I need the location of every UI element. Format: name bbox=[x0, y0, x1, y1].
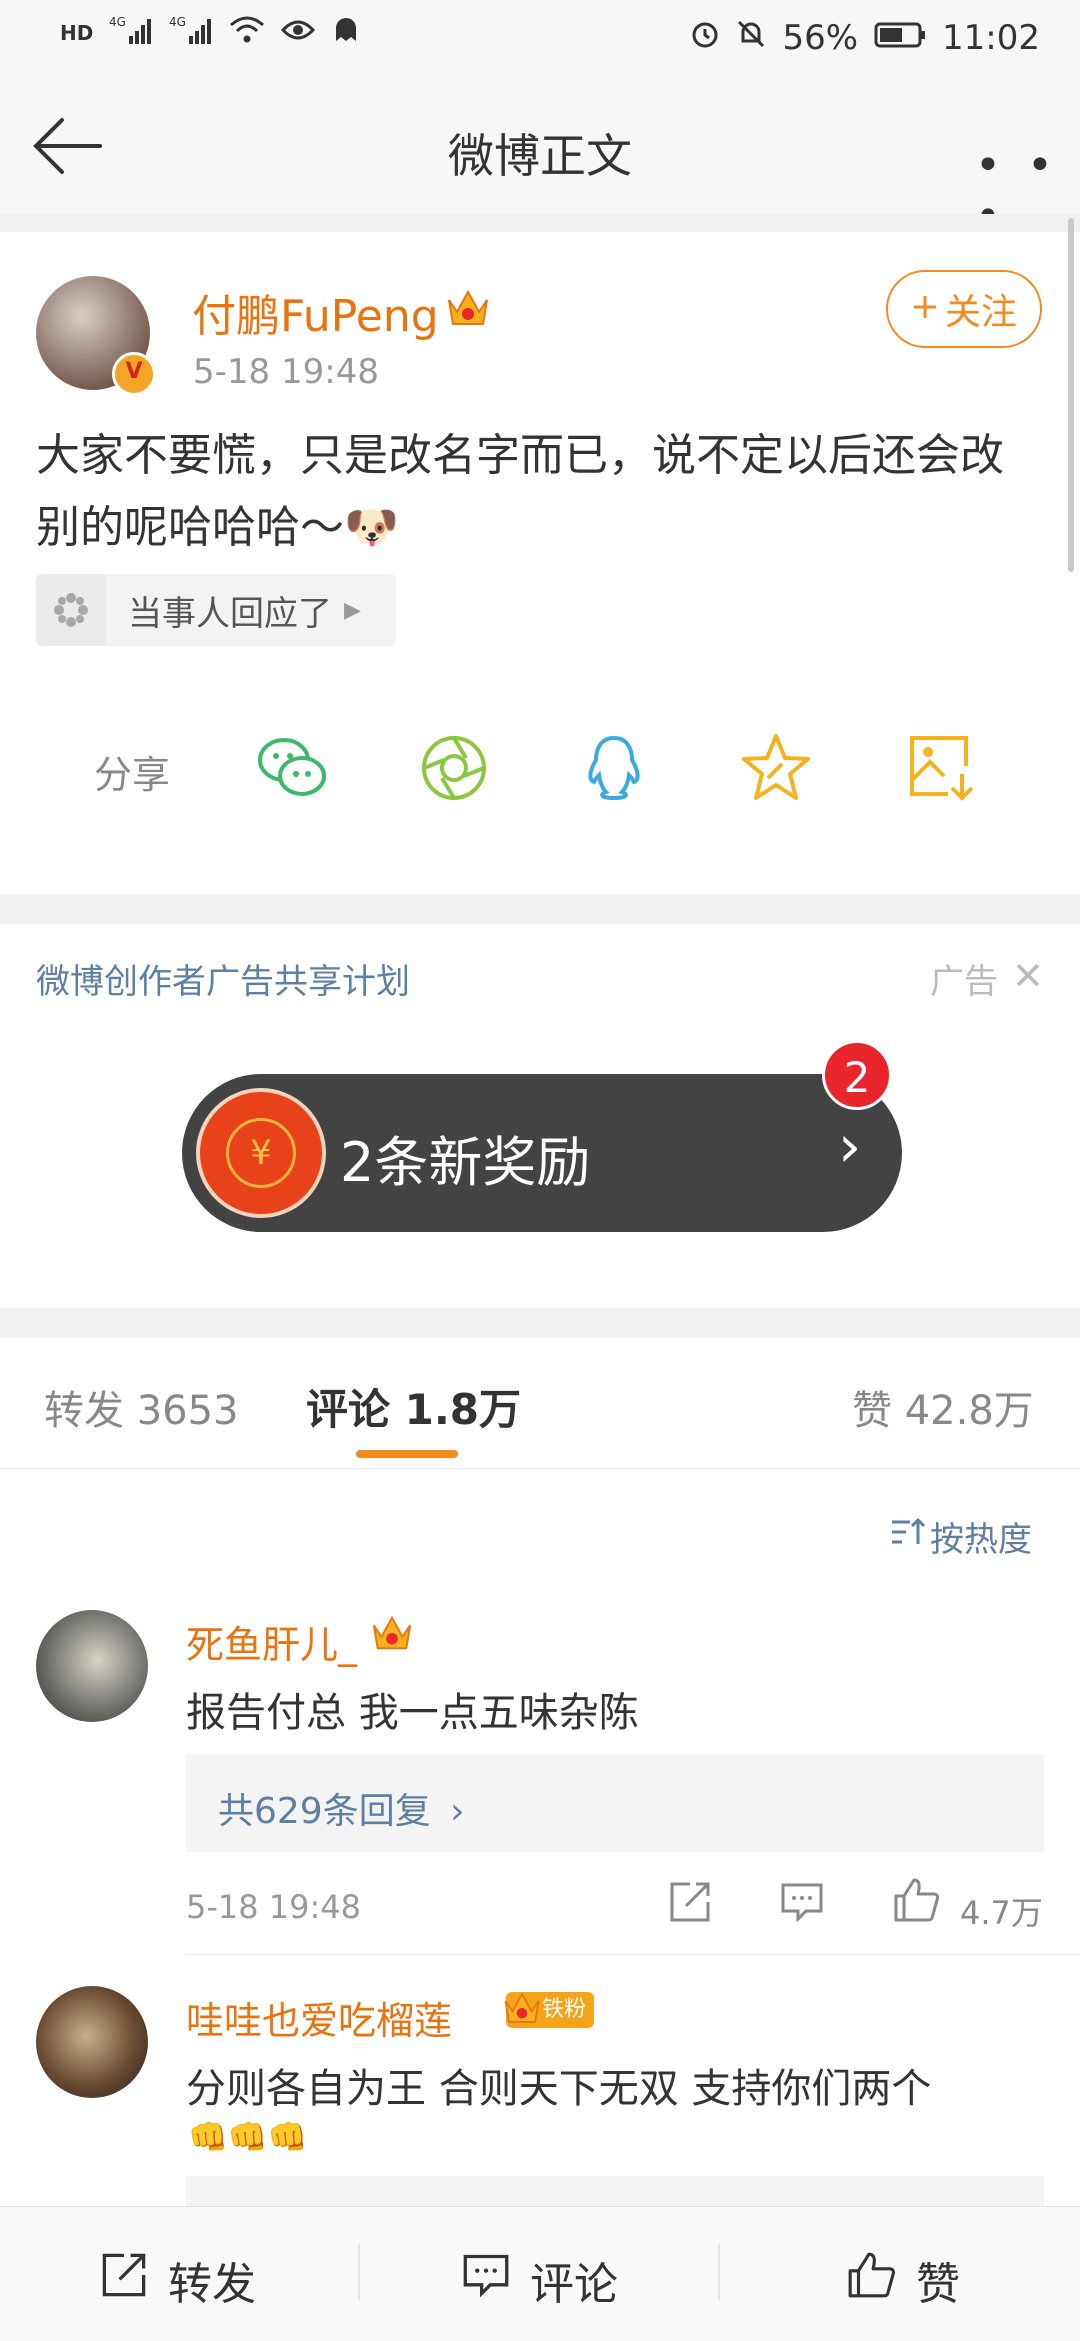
comment-icon[interactable] bbox=[780, 1882, 824, 1923]
post-content: 大家不要慌，只是改名字而已，说不定以后还会改别的呢哈哈哈～🐶 bbox=[36, 430, 1004, 553]
sort-icon bbox=[890, 1516, 926, 1557]
chevron-right-icon: ▶ bbox=[344, 597, 361, 623]
comment-button[interactable]: 评论 bbox=[462, 2248, 618, 2312]
plus-icon bbox=[911, 289, 939, 330]
red-envelope-icon: ¥ bbox=[196, 1088, 326, 1218]
repost-button[interactable]: 转发 bbox=[100, 2248, 256, 2312]
status-bar: HD 4G 4G 56% 11:02 bbox=[0, 0, 1080, 80]
status-right: 56% 11:02 bbox=[690, 18, 1040, 58]
sort-label: 按热度 bbox=[930, 1520, 1032, 1560]
divider bbox=[186, 1954, 1080, 1955]
comment-icon bbox=[462, 2253, 510, 2308]
pinwheel-icon bbox=[36, 574, 106, 646]
like-label: 赞 bbox=[916, 2259, 960, 2310]
svg-text:4G: 4G bbox=[109, 15, 126, 29]
signal-icon-2: 4G bbox=[169, 14, 213, 52]
follow-label: 关注 bbox=[944, 292, 1017, 333]
replies-link[interactable]: 共629条回复 › bbox=[218, 1782, 465, 1834]
ad-close-icon[interactable]: ✕ bbox=[1012, 954, 1044, 998]
fan-badge-label: 铁粉 bbox=[542, 1997, 587, 2022]
ghost-icon bbox=[331, 15, 361, 51]
favorite-star-icon[interactable] bbox=[738, 730, 814, 806]
eye-icon bbox=[281, 18, 316, 48]
tab-like[interactable]: 赞 42.8万 bbox=[852, 1378, 1034, 1436]
post-time: 5-18 19:48 bbox=[193, 352, 379, 392]
like-count: 4.7万 bbox=[960, 1894, 1043, 1932]
chevron-right-icon: › bbox=[450, 1791, 465, 1832]
comment-text: 报告付总 我一点五味杂陈 bbox=[186, 1690, 639, 1736]
wifi-icon bbox=[229, 15, 265, 51]
tab-repost[interactable]: 转发 3653 bbox=[44, 1378, 239, 1436]
share-icon[interactable] bbox=[668, 1880, 712, 1924]
battery-percent: 56% bbox=[782, 18, 859, 58]
active-tab-indicator bbox=[356, 1450, 458, 1458]
tab-comment[interactable]: 评论 1.8万 bbox=[306, 1376, 521, 1437]
mute-icon bbox=[736, 18, 766, 58]
svg-text:4G: 4G bbox=[169, 15, 186, 29]
page-title: 微博正文 bbox=[448, 129, 632, 183]
topic-label: 当事人回应了 bbox=[128, 593, 332, 634]
commenter-avatar[interactable] bbox=[36, 1610, 148, 1722]
verified-badge-icon: V bbox=[112, 352, 156, 396]
qq-icon[interactable] bbox=[576, 730, 652, 806]
vip-crown-icon bbox=[445, 286, 491, 334]
topic-chip[interactable]: 当事人回应了 ▶ bbox=[36, 574, 396, 646]
divider bbox=[0, 1468, 1080, 1469]
alarm-icon bbox=[690, 18, 720, 58]
section-gap bbox=[0, 1308, 1080, 1338]
moments-icon[interactable] bbox=[416, 730, 492, 806]
like-button[interactable]: 赞 bbox=[846, 2248, 960, 2312]
ad-tag: 广告 bbox=[930, 962, 998, 1002]
like-thumb-icon bbox=[846, 2250, 896, 2311]
author-name[interactable]: 付鹏FuPeng bbox=[192, 280, 439, 344]
ad-title[interactable]: 微博创作者广告共享计划 bbox=[36, 954, 410, 1003]
comment-text: 分则各自为王 合则天下无双 支持你们两个 bbox=[186, 2066, 932, 2112]
fist-emoji: 👊👊👊 bbox=[188, 2118, 308, 2156]
vip-crown-icon bbox=[502, 1988, 542, 2040]
scrollbar[interactable] bbox=[1068, 218, 1074, 572]
reward-count-badge: 2 bbox=[822, 1040, 892, 1110]
commenter-name[interactable]: 哇哇也爱吃榴莲 bbox=[186, 1990, 452, 2045]
wechat-icon[interactable] bbox=[254, 730, 330, 806]
section-gap bbox=[0, 894, 1080, 924]
status-left-icons: HD 4G 4G bbox=[60, 14, 361, 52]
hd-icon: HD bbox=[60, 21, 94, 45]
section-gap bbox=[0, 214, 1080, 232]
clock: 11:02 bbox=[942, 18, 1040, 58]
divider bbox=[358, 2244, 360, 2300]
commenter-avatar[interactable] bbox=[36, 1986, 148, 2098]
vip-crown-icon bbox=[370, 1612, 414, 1658]
battery-icon bbox=[874, 18, 926, 58]
nav-bar: 微博正文 • • • bbox=[0, 80, 1080, 242]
commenter-name[interactable]: 死鱼肝儿_ bbox=[186, 1614, 357, 1669]
like-thumb-icon[interactable] bbox=[892, 1876, 940, 1924]
share-label: 分享 bbox=[94, 753, 171, 797]
follow-button[interactable]: 关注 bbox=[886, 270, 1042, 348]
signal-icon: 4G bbox=[109, 14, 153, 52]
replies-box[interactable] bbox=[186, 2176, 1044, 2206]
fan-badge: 铁粉 bbox=[504, 1992, 595, 2028]
yuan-coin-icon: ¥ bbox=[226, 1118, 296, 1188]
save-image-icon[interactable] bbox=[904, 730, 980, 806]
replies-count: 共629条回复 bbox=[218, 1791, 431, 1832]
comment-time: 5-18 19:48 bbox=[186, 1888, 362, 1926]
comment-label: 评论 bbox=[530, 2259, 618, 2310]
repost-label: 转发 bbox=[168, 2259, 256, 2310]
reward-text: 2条新奖励 bbox=[340, 1131, 591, 1194]
sort-button[interactable]: 按热度 bbox=[890, 1512, 1032, 1561]
chevron-right-icon: › bbox=[838, 1112, 862, 1180]
repost-icon bbox=[100, 2251, 148, 2310]
divider bbox=[718, 2244, 720, 2300]
